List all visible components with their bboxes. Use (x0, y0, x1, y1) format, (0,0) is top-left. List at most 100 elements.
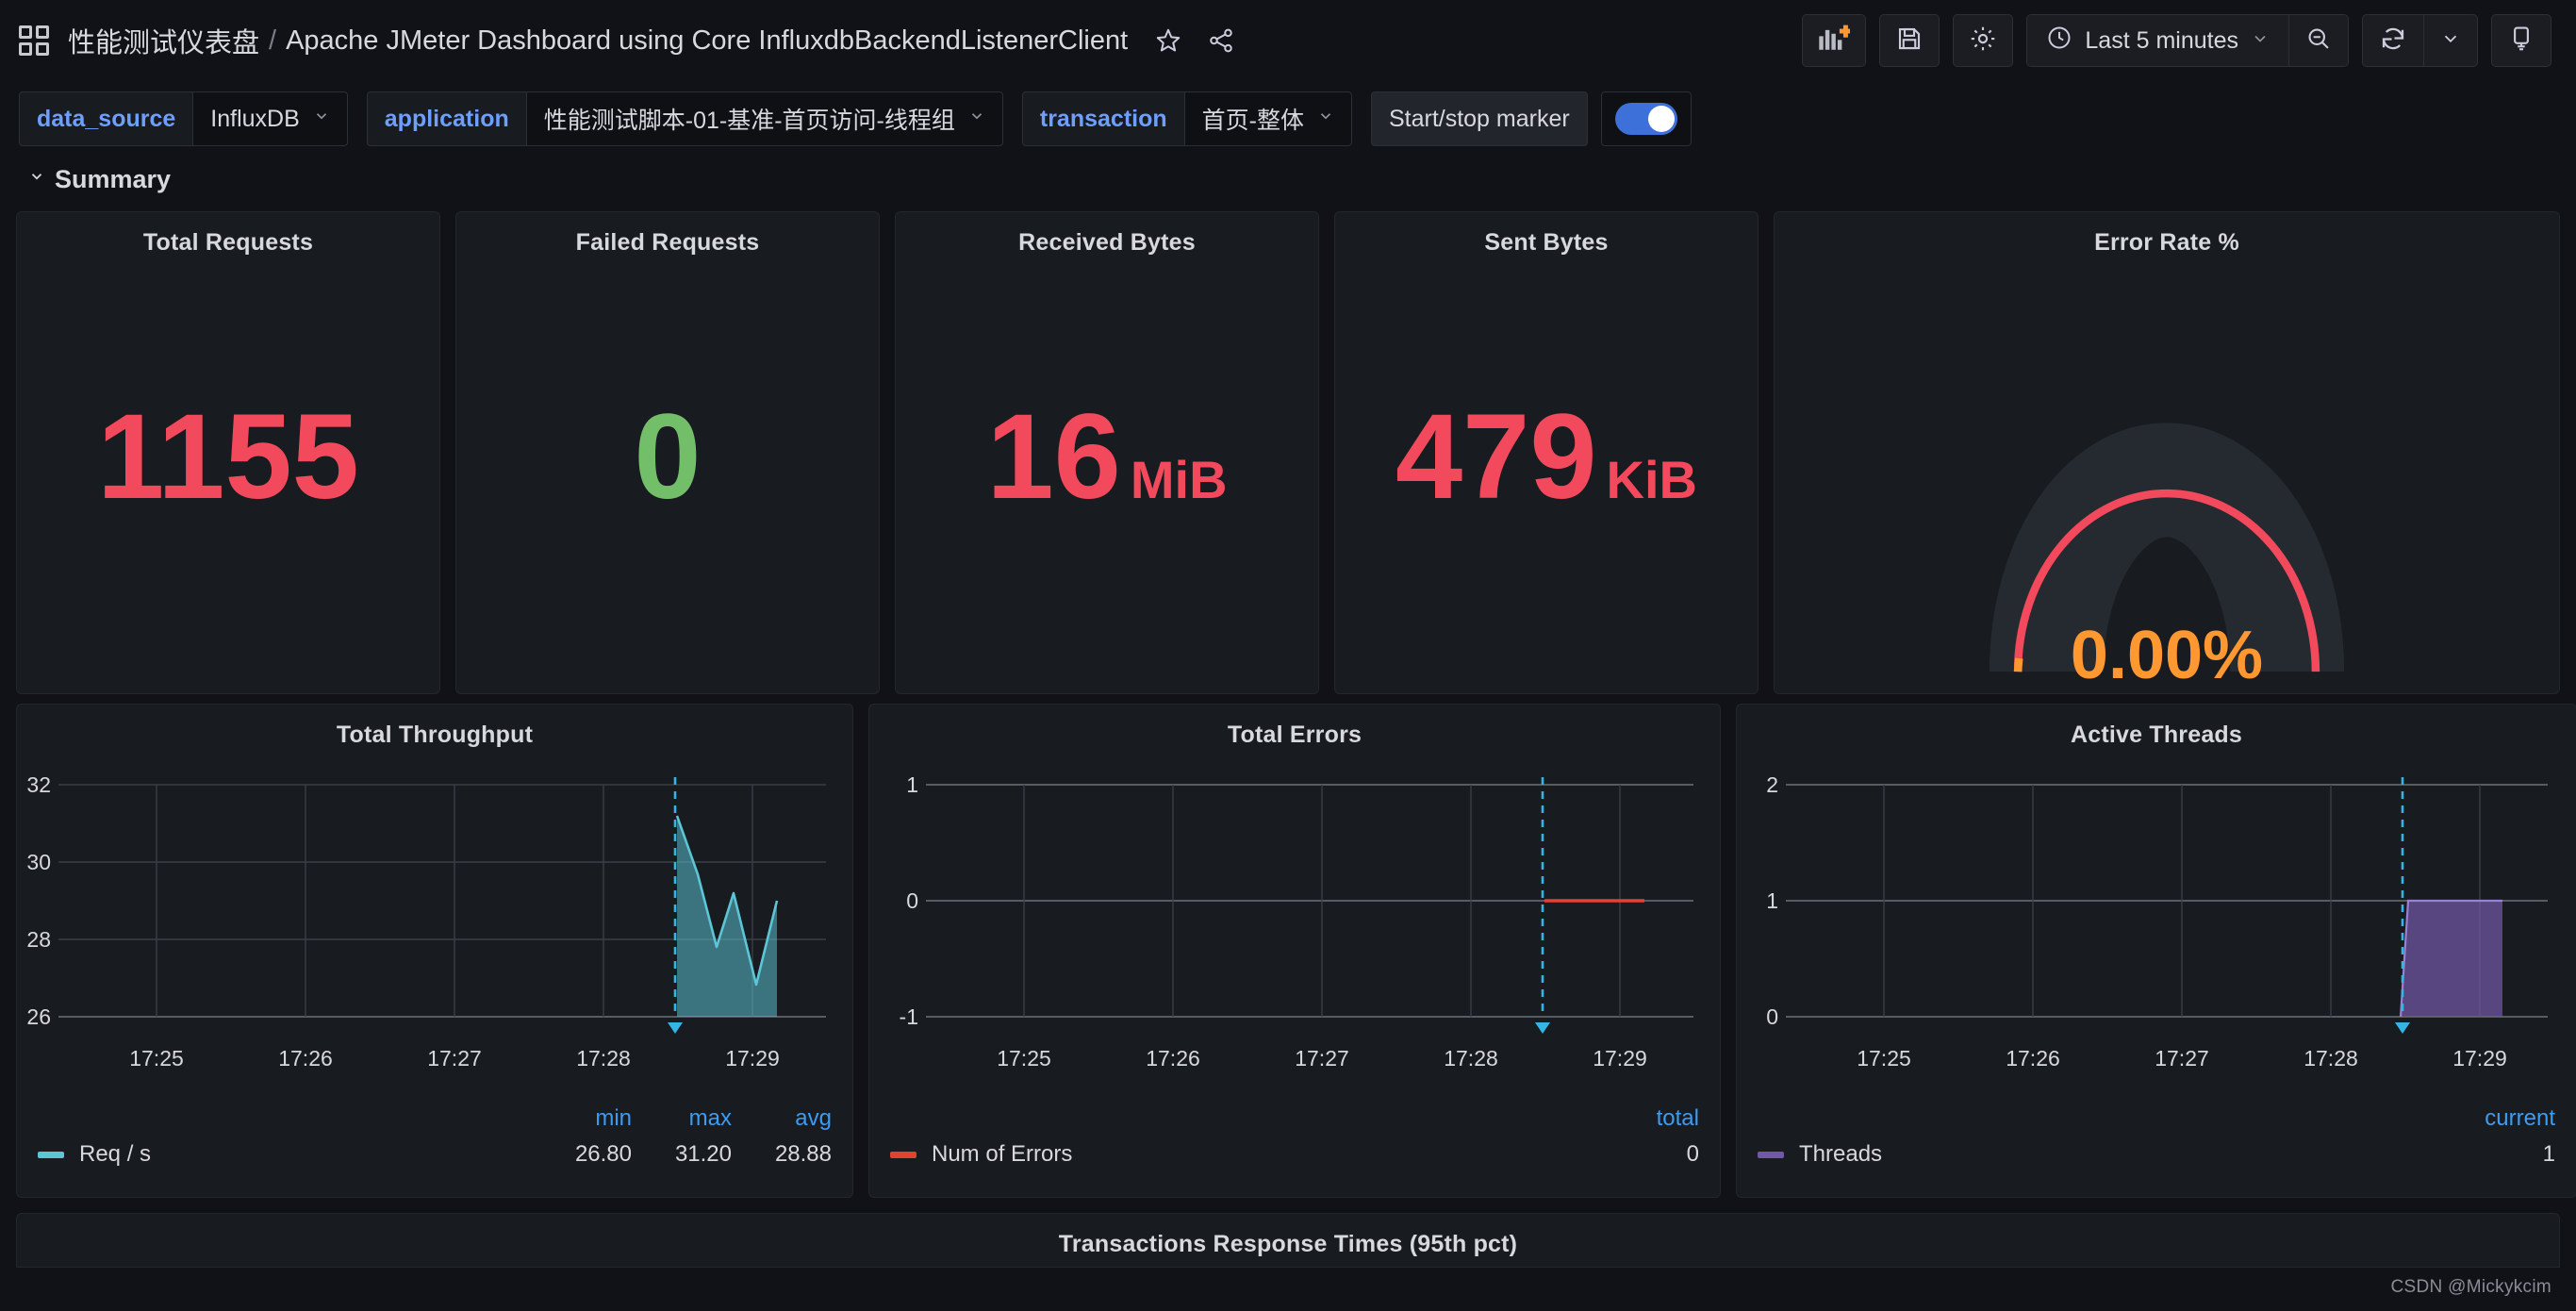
legend-series-name: Num of Errors (932, 1141, 1073, 1167)
variable-select-data-source[interactable]: InfluxDB (192, 91, 348, 146)
threads-chart-svg: 2 1 0 17:25 17:26 17:27 17:28 17:29 (1766, 772, 2548, 1070)
share-icon[interactable] (1205, 25, 1237, 57)
legend-value-min: 26.80 (574, 1141, 632, 1167)
refresh-button[interactable] (2363, 15, 2423, 66)
panel-active-threads[interactable]: Active Threads 2 1 0 17:25 17:26 17:27 1… (1736, 704, 2576, 1198)
tv-mode-button[interactable] (2491, 14, 2551, 67)
row-header-summary[interactable]: Summary (0, 157, 2576, 202)
chevron-down-icon (28, 168, 45, 191)
legend-header: current (1758, 1105, 2555, 1132)
svg-text:17:27: 17:27 (2155, 1046, 2209, 1070)
svg-text:0: 0 (906, 888, 918, 913)
svg-text:17:25: 17:25 (1857, 1046, 1911, 1070)
svg-text:17:29: 17:29 (1593, 1046, 1647, 1070)
time-range-picker[interactable]: Last 5 minutes (2027, 15, 2288, 66)
variable-label-data-source: data_source (19, 91, 193, 146)
gauge-chart: 0.00% (1775, 257, 2559, 738)
panel-title: Transactions Response Times (95th pct) (1058, 1231, 1518, 1257)
breadcrumb-separator: / (269, 25, 277, 56)
errors-chart-svg: 1 0 -1 17:25 17:26 17:27 17:28 17:29 (900, 772, 1693, 1070)
svg-text:26: 26 (26, 1004, 51, 1029)
svg-text:30: 30 (26, 850, 51, 874)
panel-title: Failed Requests (575, 229, 760, 256)
toggle-switch-on (1614, 103, 1677, 135)
panel-transactions-response-times[interactable]: Transactions Response Times (95th pct) (16, 1213, 2560, 1268)
panel-title: Total Requests (142, 229, 314, 256)
panel-total-requests[interactable]: Total Requests 1155 (16, 211, 440, 694)
variable-bar: data_source InfluxDB application 性能测试脚本-… (0, 81, 2576, 157)
gauge-value: 0.00% (2070, 618, 2264, 693)
stat-unit: MiB (1130, 450, 1228, 510)
legend-color-swatch (1758, 1151, 1784, 1158)
svg-text:17:25: 17:25 (997, 1046, 1051, 1070)
legend-item[interactable]: Num of Errors 0 (890, 1141, 1699, 1168)
start-stop-marker-toggle[interactable] (1600, 91, 1692, 146)
stat-number: 479 (1395, 390, 1597, 525)
panel-sent-bytes[interactable]: Sent Bytes 479 KiB (1334, 211, 1759, 694)
save-dashboard-button[interactable] (1879, 14, 1940, 67)
svg-text:-1: -1 (900, 1004, 918, 1029)
svg-text:17:28: 17:28 (1444, 1046, 1498, 1070)
variable-value-transaction: 首页-整体 (1201, 108, 1304, 134)
legend-col-total[interactable]: total (1599, 1105, 1699, 1132)
panel-title: Total Throughput (336, 722, 534, 748)
variable-application: application 性能测试脚本-01-基准-首页访问-线程组 (366, 91, 1003, 146)
panel-error-rate[interactable]: Error Rate % 0.00% (1774, 211, 2560, 694)
svg-text:17:26: 17:26 (278, 1046, 333, 1070)
panel-received-bytes[interactable]: Received Bytes 16 MiB (895, 211, 1319, 694)
stat-value-sent-bytes: 479 KiB (1335, 397, 1758, 518)
clock-icon (2046, 25, 2072, 58)
variable-select-transaction[interactable]: 首页-整体 (1183, 91, 1352, 146)
variable-label-transaction: transaction (1021, 91, 1184, 146)
legend-value-total: 0 (1686, 1141, 1699, 1167)
chevron-down-icon (313, 108, 330, 130)
legend-header: min max avg (38, 1105, 832, 1132)
panel-title: Total Errors (1227, 722, 1362, 748)
zoom-out-icon (2305, 25, 2332, 57)
refresh-interval-dropdown[interactable] (2423, 15, 2477, 66)
legend-col-avg[interactable]: avg (732, 1105, 832, 1132)
variable-label-start-stop-marker: Start/stop marker (1370, 91, 1588, 146)
legend-item[interactable]: Req / s 26.80 31.20 28.88 (38, 1141, 832, 1168)
dashboard-grid-icon[interactable] (19, 25, 49, 56)
panel-total-errors[interactable]: Total Errors 1 0 -1 17:25 17:26 17:27 17… (868, 704, 1721, 1198)
legend-item[interactable]: Threads 1 (1758, 1141, 2555, 1168)
svg-text:17:26: 17:26 (1146, 1046, 1200, 1070)
chevron-down-icon (2440, 28, 2461, 54)
variable-select-application[interactable]: 性能测试脚本-01-基准-首页访问-线程组 (525, 91, 1003, 146)
dashboard-settings-button[interactable] (1953, 14, 2014, 67)
page-title[interactable]: Apache JMeter Dashboard using Core Influ… (286, 25, 1128, 57)
toolbar: Last 5 minutes (1802, 14, 2551, 67)
svg-text:17:27: 17:27 (1295, 1046, 1349, 1070)
legend-col-max[interactable]: max (632, 1105, 732, 1132)
stat-number: 16 (986, 390, 1121, 525)
legend-col-min[interactable]: min (532, 1105, 632, 1132)
breadcrumb-folder[interactable]: 性能测试仪表盘 (68, 21, 259, 60)
svg-text:17:29: 17:29 (2452, 1046, 2507, 1070)
svg-text:1: 1 (906, 772, 918, 797)
svg-text:17:28: 17:28 (2304, 1046, 2358, 1070)
panel-failed-requests[interactable]: Failed Requests 0 (455, 211, 880, 694)
stat-value-total-requests: 1155 (17, 397, 439, 518)
save-icon (1895, 25, 1924, 58)
chart-legend: min max avg Req / s 26.80 31.20 28.88 (17, 1105, 852, 1183)
title-actions (1152, 25, 1237, 57)
watermark: CSDN @Mickykcim (2390, 1277, 2551, 1297)
svg-text:17:29: 17:29 (725, 1046, 780, 1070)
panel-row-timeseries: Total Throughput 32 30 28 26 17:25 17:26… (0, 704, 2576, 1198)
chart-body: 32 30 28 26 17:25 17:26 17:27 17:28 17:2… (17, 749, 852, 1183)
panel-title: Received Bytes (1018, 229, 1196, 256)
add-panel-button[interactable] (1802, 14, 1867, 67)
legend-series-name: Req / s (79, 1141, 152, 1167)
variable-start-stop-marker: Start/stop marker (1370, 91, 1588, 146)
gear-icon (1969, 25, 1997, 58)
star-icon[interactable] (1152, 25, 1184, 57)
time-range-group: Last 5 minutes (2026, 14, 2349, 67)
row-title: Summary (55, 164, 172, 193)
stat-unit: KiB (1606, 450, 1697, 510)
legend-col-current[interactable]: current (2455, 1105, 2555, 1132)
zoom-out-time-button[interactable] (2288, 15, 2348, 66)
refresh-group (2362, 14, 2478, 67)
panel-total-throughput[interactable]: Total Throughput 32 30 28 26 17:25 17:26… (16, 704, 853, 1198)
stat-value-failed-requests: 0 (456, 397, 879, 518)
